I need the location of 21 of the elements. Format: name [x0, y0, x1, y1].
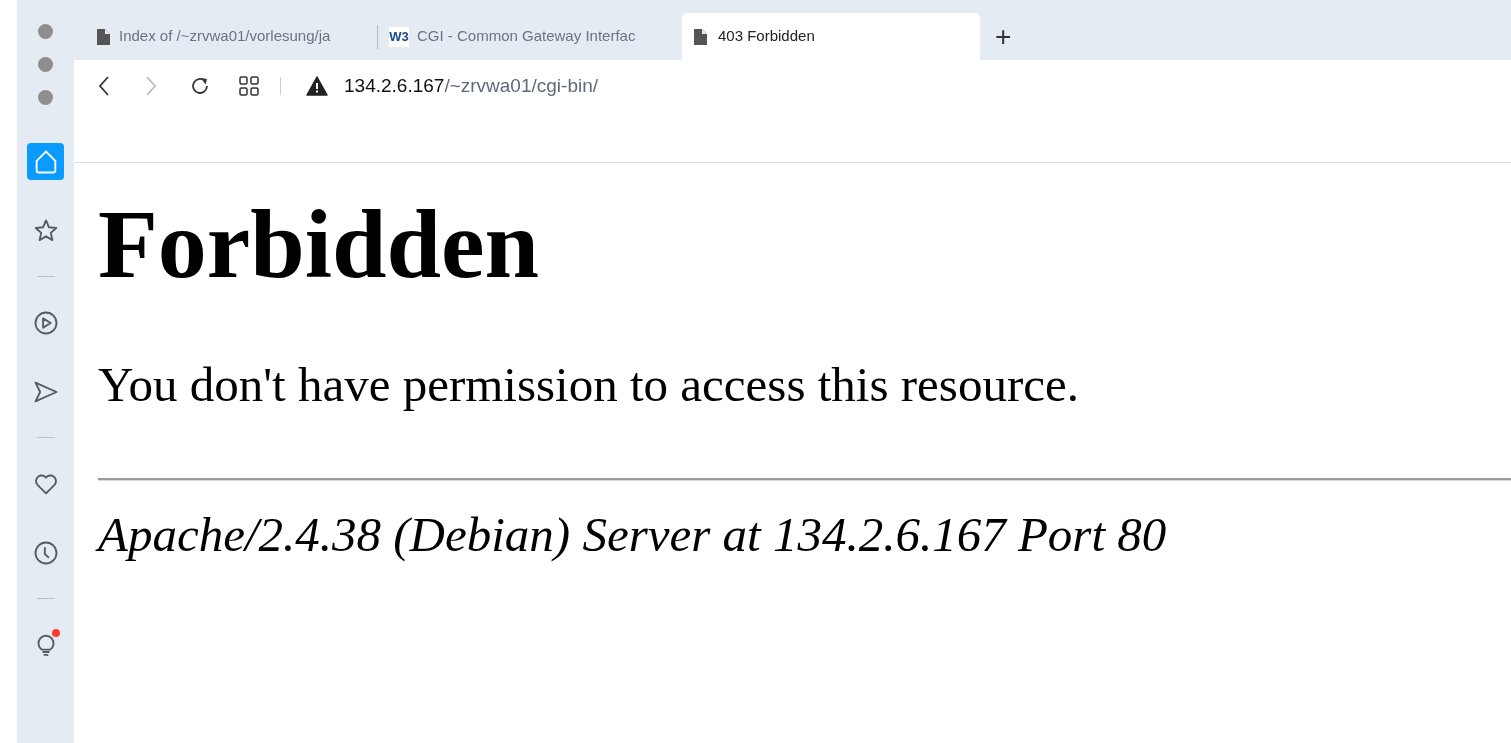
browser-tab[interactable]: Index of /~zrvwa01/vorlesung/ja	[85, 13, 377, 60]
document-icon	[96, 27, 111, 46]
sidebar-button[interactable]	[27, 143, 64, 180]
error-message: You don't have permission to access this resource.	[98, 360, 1079, 409]
browser-tab[interactable]: 403 Forbidden	[682, 13, 980, 60]
grid-icon[interactable]	[238, 75, 260, 97]
window-control[interactable]	[38, 24, 53, 39]
tab-title: Index of /~zrvwa01/vorlesung/ja	[119, 26, 331, 47]
browser-tab[interactable]: W3 CGI - Common Gateway Interfac	[378, 13, 670, 60]
tab-title: 403 Forbidden	[718, 26, 815, 47]
window-control[interactable]	[38, 57, 53, 72]
back-icon[interactable]	[97, 75, 111, 97]
page-heading: Forbidden	[98, 195, 540, 293]
document-icon	[693, 27, 708, 46]
tab-title: CGI - Common Gateway Interfac	[417, 26, 636, 47]
address-field[interactable]: 134.2.6.167/~zrvwa01/cgi-bin/	[344, 71, 599, 101]
new-tab-button[interactable]: +	[980, 13, 1027, 60]
favicon: W3	[389, 26, 409, 47]
window-control[interactable]	[38, 90, 53, 105]
warning-icon[interactable]	[306, 76, 328, 96]
reload-icon[interactable]	[189, 75, 211, 97]
